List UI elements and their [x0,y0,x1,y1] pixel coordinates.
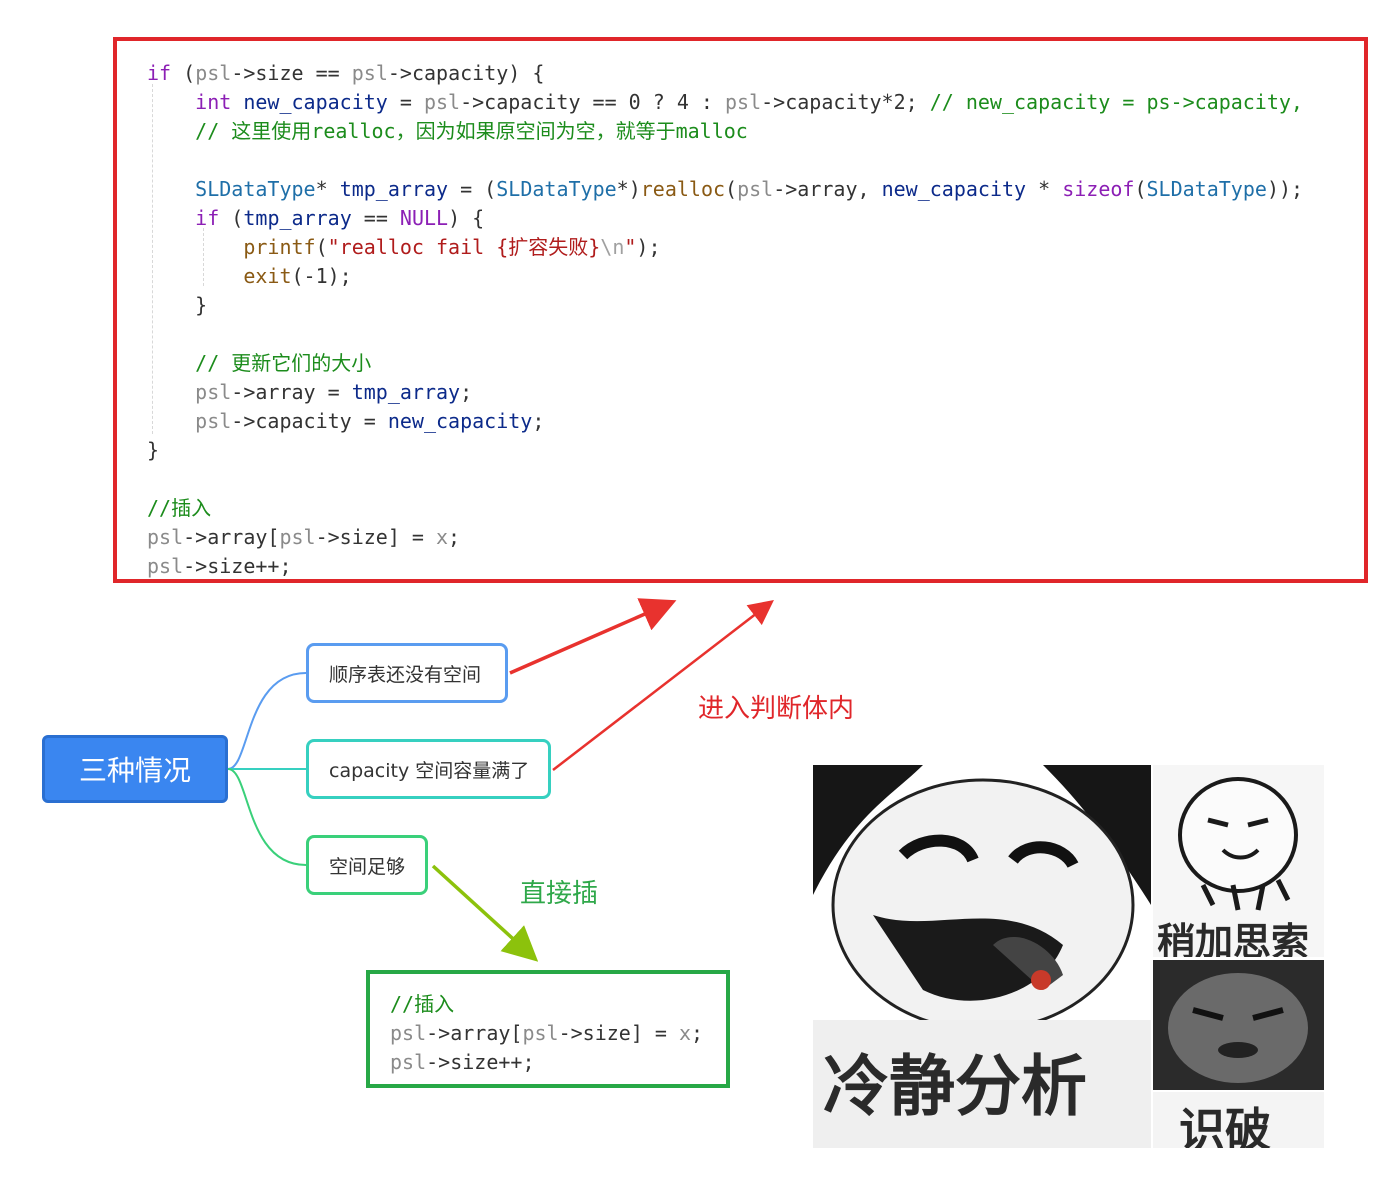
code-token: psl [390,1050,427,1074]
code-token: ->size++; [426,1050,535,1074]
code-token: ->size] = [558,1021,679,1045]
direct-insert-label: 直接插 [520,879,599,909]
arrow-red-2 [552,599,774,771]
arrow-red-1 [509,598,677,675]
dark-face-image [1153,960,1324,1090]
thinking-face-image [1178,777,1298,911]
enter-label: 进入判断体内 [698,694,855,724]
meme-caption-think: 稍加思索 [1157,919,1310,957]
code-token: //插入 [390,992,455,1016]
meme-panel-dark-face [1153,960,1324,1090]
code-block-insert: //插入 psl->array[psl->size] = x; psl->size+… [366,970,730,1088]
branch-line-3 [227,768,307,866]
code-token: psl [390,1021,427,1045]
mindmap-node-no-space[interactable]: 顺序表还没有空间 [306,643,508,703]
code-line: //插入 [390,990,703,1019]
meme-caption-see-through: 识破 [1179,1103,1271,1148]
mindmap-node-capacity-full[interactable]: capacity 空间容量满了 [306,739,551,799]
meme-caption-main: 冷静分析 [823,1047,1087,1125]
code-token: psl [522,1021,559,1045]
code-text: //插入 psl->array[psl->size] = x; psl->size+… [390,990,703,1077]
arrow-green [431,864,539,962]
meme-panel-see-through: 识破 [1153,1092,1324,1148]
code-line: psl->array[psl->size] = x; [390,1019,703,1048]
mindmap-node-enough-space[interactable]: 空间足够 [306,835,428,895]
meme-panel-thinking: 稍加思索 [1153,765,1324,957]
code-token: ; [691,1021,704,1045]
mindmap-root[interactable]: 三种情况 [42,735,228,803]
branch-line-1 [227,672,307,770]
code-token: ->array[ [426,1021,523,1045]
code-token: x [679,1021,692,1045]
code-line: psl->size++; [390,1048,703,1077]
meme-panel-main: 冷静分析 [813,765,1151,1148]
